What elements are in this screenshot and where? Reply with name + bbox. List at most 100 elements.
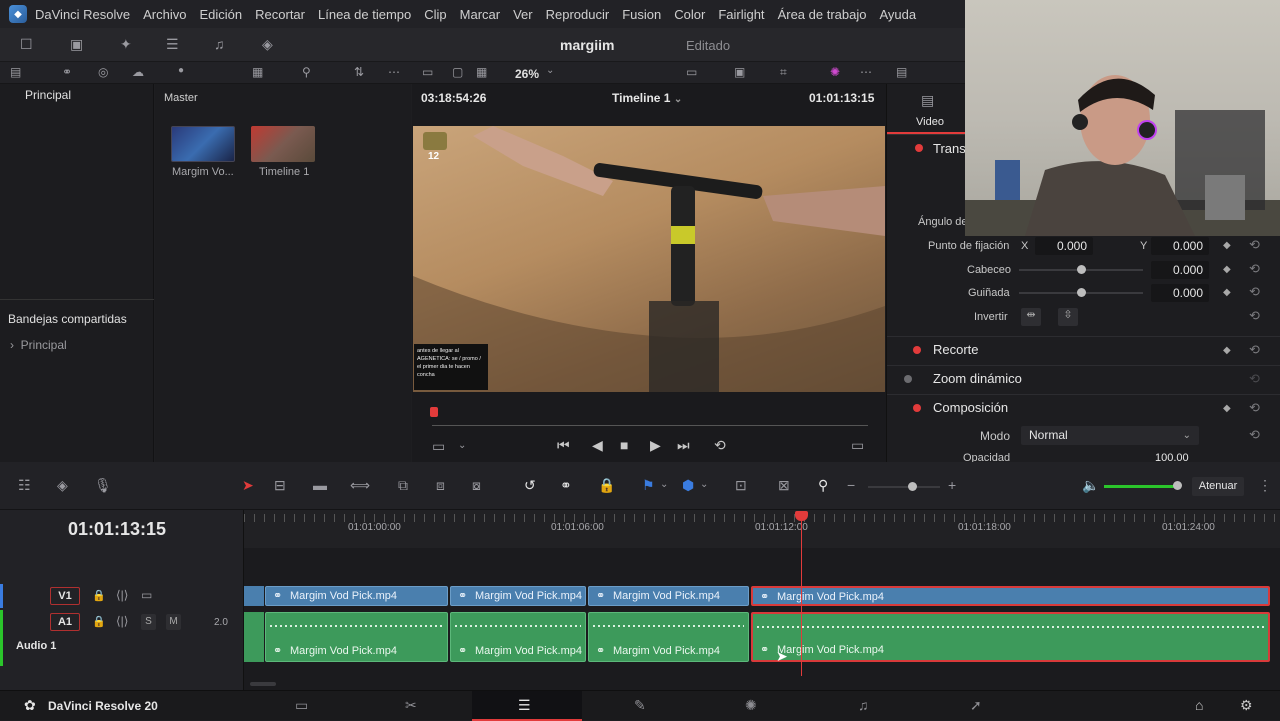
reset-icon[interactable]: ⟲ (1249, 261, 1260, 277)
flag-icon[interactable]: ⚑ (642, 477, 655, 494)
menu-app[interactable]: DaVinci Resolve (35, 7, 130, 22)
horizontal-scrollbar[interactable] (250, 682, 276, 686)
stop-icon[interactable]: ■ (620, 437, 628, 453)
color-page-icon[interactable]: ✺ (745, 697, 757, 714)
pivot-x-field[interactable]: 0.000 (1035, 237, 1093, 255)
menu-ver[interactable]: Ver (513, 7, 533, 22)
crop-enable-icon[interactable] (913, 346, 921, 354)
snap-icon[interactable]: ↺ (524, 477, 536, 494)
pitch-field[interactable]: 0.000 (1151, 261, 1209, 279)
section-composite[interactable]: Composición (933, 400, 1008, 415)
cut-page-icon[interactable]: ✂ (405, 697, 417, 714)
menu-fusion[interactable]: Fusion (622, 7, 661, 22)
keyframe-icon[interactable]: ◆ (1223, 264, 1231, 275)
fusion-page-icon[interactable]: ✎ (634, 697, 646, 714)
reset-icon[interactable]: ⟲ (1249, 371, 1260, 387)
flip-horizontal-icon[interactable]: ⇹ (1021, 308, 1041, 326)
video-clip[interactable]: ⚭ Margim Vod Pick.mp4 (588, 586, 749, 606)
menu-linea-de-tiempo[interactable]: Línea de tiempo (318, 7, 411, 22)
edit-index-icon[interactable]: ☰ (166, 36, 179, 53)
media-icon[interactable]: ▣ (70, 36, 83, 53)
zoom-slider[interactable] (868, 486, 940, 488)
safe-area-icon[interactable]: ▢ (452, 65, 463, 79)
menu-color[interactable]: Color (674, 7, 705, 22)
menu-edicion[interactable]: Edición (200, 7, 243, 22)
timeline-selector[interactable]: Timeline 1 ⌄ (612, 91, 682, 105)
video-clip[interactable]: ⚭ Margim Vod Pick.mp4 (450, 586, 586, 606)
media-pool-toggle-icon[interactable]: ☐ (20, 36, 33, 53)
section-crop[interactable]: Recorte (933, 342, 979, 357)
tab-video[interactable]: Video (916, 116, 944, 128)
composite-mode-select[interactable]: Normal ⌄ (1021, 426, 1199, 445)
view-options-icon[interactable]: ▭ (686, 65, 697, 79)
zoom-custom-icon[interactable]: ⚲ (818, 477, 828, 494)
transform-icon[interactable]: ▣ (734, 65, 745, 79)
effects-icon[interactable]: ✦ (120, 36, 132, 53)
video-enable-icon[interactable]: ▭ (141, 588, 152, 602)
timeline-thumbnail[interactable] (251, 126, 315, 162)
selection-tool-icon[interactable]: ➤ (242, 477, 254, 494)
trim-tool-icon[interactable]: ⊟ (274, 477, 286, 494)
viewer-options-icon[interactable]: ▭ (432, 438, 445, 455)
attenuate-button[interactable]: Atenuar (1192, 477, 1244, 496)
snapping-icon[interactable]: ◈ (57, 477, 68, 494)
timeline-ruler[interactable]: 01:01:00:00 01:01:06:00 01:01:12:00 01:0… (244, 510, 1280, 548)
video-frame[interactable]: 12 antes de llegar al AGENETICA: se / pr… (413, 126, 885, 392)
replace-clip-icon[interactable]: ⧇ (472, 477, 481, 494)
microphone-icon[interactable]: 🎙 (94, 477, 112, 494)
timeline-options-icon[interactable]: ☷ (18, 477, 31, 494)
zoom-slider-knob[interactable] (908, 482, 917, 491)
auto-track-icon[interactable]: ⟨|⟩ (116, 614, 128, 628)
pivot-y-field[interactable]: 0.000 (1151, 237, 1209, 255)
zoom-detail-icon[interactable]: ⊠ (778, 477, 790, 494)
audio-clip[interactable]: ⚭ Margim Vod Pick.mp4 (588, 612, 749, 662)
play-reverse-icon[interactable]: ◀ (592, 437, 603, 454)
volume-knob[interactable] (1173, 481, 1182, 490)
crop-tool-icon[interactable]: ⌗ (780, 65, 787, 80)
marker-icon[interactable]: ⬢ (682, 477, 694, 494)
keyframe-icon[interactable]: ◆ (1223, 240, 1231, 251)
panel-layout-icon[interactable]: ▤ (10, 65, 21, 79)
video-tab-icon[interactable]: ▤ (921, 92, 934, 109)
more-options-icon[interactable]: ⋮ (1258, 477, 1272, 494)
zoom-out-icon[interactable]: − (847, 477, 855, 493)
yaw-field[interactable]: 0.000 (1151, 284, 1209, 302)
solo-button[interactable]: S (141, 614, 156, 630)
chevron-down-icon[interactable]: ⌄ (458, 440, 466, 451)
menu-area-de-trabajo[interactable]: Área de trabajo (778, 7, 867, 22)
sound-library-icon[interactable]: ♫ (214, 36, 225, 52)
deliver-page-icon[interactable]: ➚ (970, 697, 982, 714)
home-icon[interactable]: ⌂ (1195, 697, 1203, 713)
lock-icon[interactable]: 🔒 (598, 477, 615, 494)
flip-vertical-icon[interactable]: ⇳ (1058, 308, 1078, 326)
thumb-size-slider-icon[interactable]: ● (178, 65, 184, 76)
timeline-playhead[interactable] (801, 518, 802, 676)
volume-slider[interactable] (1104, 485, 1178, 488)
track-v1-label[interactable]: V1 (50, 587, 80, 605)
media-page-icon[interactable]: ▭ (295, 697, 308, 714)
search-icon[interactable]: ⚲ (302, 65, 311, 79)
lock-icon[interactable]: 🔒 (92, 615, 106, 628)
menu-recortar[interactable]: Recortar (255, 7, 305, 22)
play-icon[interactable]: ▶ (650, 437, 661, 454)
menu-clip[interactable]: Clip (424, 7, 446, 22)
reset-icon[interactable]: ⟲ (1249, 400, 1260, 416)
viewer-zoom[interactable]: 26% (515, 67, 539, 81)
color-wheel-icon[interactable]: ✺ (830, 65, 840, 79)
reset-icon[interactable]: ⟲ (1249, 308, 1260, 324)
layout-icon[interactable]: ▦ (476, 65, 487, 79)
chevron-down-icon[interactable]: ⌄ (660, 479, 668, 490)
insert-clip-icon[interactable]: ⧉ (398, 477, 408, 494)
linked-selection-icon[interactable]: ⚭ (560, 477, 572, 494)
fairlight-page-icon[interactable]: ♫ (858, 697, 869, 713)
audio-clip[interactable]: ⚭ Margim Vod Pick.mp4 (450, 612, 586, 662)
chevron-down-icon[interactable]: ⌄ (700, 479, 708, 490)
section-transform[interactable]: Transf (933, 141, 969, 156)
video-clip-selected[interactable]: ⚭ Margim Vod Pick.mp4 (751, 586, 1270, 606)
zoom-in-icon[interactable]: + (948, 477, 956, 493)
mute-button[interactable]: M (166, 614, 181, 630)
blade-tool-icon[interactable]: ⟺ (350, 477, 370, 494)
shared-bin-principal[interactable]: › Principal (10, 338, 67, 352)
more-options-icon-2[interactable]: ⋯ (860, 65, 872, 79)
opacity-field[interactable]: 100.00 (1155, 452, 1189, 462)
